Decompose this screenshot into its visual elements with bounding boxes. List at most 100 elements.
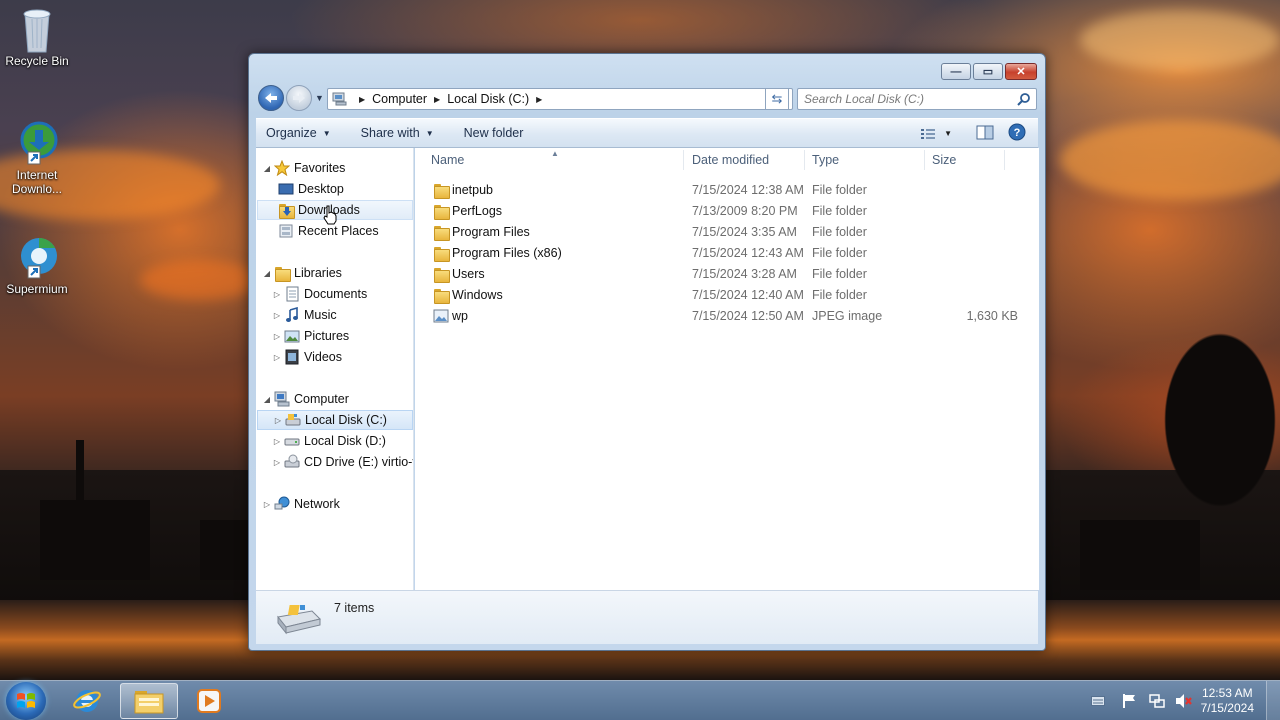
forward-button[interactable] (286, 85, 312, 111)
collapsed-arrow-icon[interactable]: ▷ (272, 437, 282, 446)
search-box[interactable] (797, 88, 1037, 110)
expanded-arrow-icon[interactable]: ◢ (262, 395, 272, 404)
documents-icon (284, 286, 300, 302)
help-button[interactable]: ? (1008, 123, 1026, 144)
desktop-icon-internet-download-manager[interactable]: Internet Downlo... (0, 120, 74, 196)
file-date: 7/15/2024 12:40 AM (692, 288, 804, 302)
table-row[interactable]: Windows 7/15/2024 12:40 AM File folder (425, 285, 1030, 306)
column-divider[interactable] (924, 150, 925, 170)
table-row[interactable]: Users 7/15/2024 3:28 AM File folder (425, 264, 1030, 285)
nav-item-videos[interactable]: ▷ Videos (272, 347, 342, 367)
clock-time: 12:53 AM (1201, 686, 1253, 700)
nav-item-local-disk-c[interactable]: ▷ Local Disk (C:) (257, 410, 413, 430)
collapsed-arrow-icon[interactable]: ▷ (273, 416, 283, 425)
file-type: File folder (812, 183, 867, 197)
nav-item-label: Local Disk (D:) (304, 434, 386, 448)
file-date: 7/15/2024 12:38 AM (692, 183, 804, 197)
new-folder-button[interactable]: New folder (454, 121, 534, 145)
start-button[interactable] (6, 682, 46, 720)
cd-drive-icon (284, 454, 300, 470)
nav-item-local-disk-d[interactable]: ▷ Local Disk (D:) (272, 431, 386, 451)
organize-button[interactable]: Organize ▼ (256, 121, 341, 145)
breadcrumb-local-disk-c[interactable]: Local Disk (C:) (447, 92, 529, 106)
nav-item-music[interactable]: ▷ Music (272, 305, 337, 325)
table-row[interactable]: inetpub 7/15/2024 12:38 AM File folder (425, 180, 1030, 201)
search-icon[interactable] (1017, 92, 1031, 106)
preview-pane-button[interactable] (976, 125, 994, 143)
taskbar-windows-explorer[interactable] (120, 683, 178, 719)
breadcrumb-chevron-icon[interactable]: ▶ (536, 95, 542, 104)
details-view-icon (921, 128, 936, 139)
file-list[interactable]: Name ▲ Date modified Type Size inetpub 7… (415, 148, 1039, 590)
breadcrumb-computer[interactable]: Computer (372, 92, 427, 106)
computer-location-icon (332, 92, 348, 106)
desktop-icon-supermium[interactable]: Supermium (0, 234, 74, 296)
collapsed-arrow-icon[interactable]: ▷ (272, 332, 282, 341)
explorer-window[interactable]: — ▭ ✕ ▼ ▶ Computer ▶ Local Disk (C:) ▶ ▼… (248, 53, 1046, 651)
refresh-button[interactable]: ⇆ (765, 88, 789, 110)
refresh-icon: ⇆ (771, 91, 783, 106)
column-header-date-modified[interactable]: Date modified (692, 148, 807, 172)
maximize-button[interactable]: ▭ (973, 63, 1003, 80)
show-desktop-button[interactable] (1266, 681, 1280, 720)
collapsed-arrow-icon[interactable]: ▷ (272, 458, 282, 467)
nav-item-label: Local Disk (C:) (305, 413, 387, 427)
navigation-pane[interactable]: ◢ Favorites Desktop Downloads Recent Pla… (256, 148, 414, 590)
nav-item-cd-drive-e[interactable]: ▷ CD Drive (E:) virtio-v (272, 452, 413, 472)
music-icon (284, 306, 300, 323)
breadcrumb-chevron-icon[interactable]: ▶ (434, 95, 440, 104)
collapsed-arrow-icon[interactable]: ▷ (272, 353, 282, 362)
nav-item-label: Documents (304, 287, 368, 301)
column-header-type[interactable]: Type (812, 148, 922, 172)
search-input[interactable] (804, 89, 1004, 109)
address-bar[interactable]: ▶ Computer ▶ Local Disk (C:) ▶ ▼ (327, 88, 793, 110)
nav-item-documents[interactable]: ▷ Documents (272, 284, 367, 304)
file-date: 7/13/2009 8:20 PM (692, 204, 798, 218)
recent-places-icon (278, 223, 294, 239)
taskbar-clock[interactable]: 12:53 AM 7/15/2024 (1201, 686, 1254, 716)
expanded-arrow-icon[interactable]: ◢ (262, 269, 272, 278)
column-header-size[interactable]: Size (932, 148, 1002, 172)
recent-pages-dropdown[interactable]: ▼ (315, 93, 324, 103)
minimize-button[interactable]: — (941, 63, 971, 80)
computer-icon (274, 391, 290, 407)
column-divider[interactable] (1004, 150, 1005, 170)
volume-muted-icon[interactable] (1175, 693, 1193, 709)
nav-item-desktop[interactable]: Desktop (276, 179, 344, 199)
action-center-flag-icon[interactable] (1121, 693, 1137, 709)
expanded-arrow-icon[interactable]: ◢ (262, 164, 272, 173)
column-divider[interactable] (804, 150, 805, 170)
column-divider[interactable] (683, 150, 684, 170)
collapsed-arrow-icon[interactable]: ▷ (272, 290, 282, 299)
keyboard-icon[interactable] (1090, 696, 1105, 706)
nav-item-pictures[interactable]: ▷ Pictures (272, 326, 349, 346)
taskbar-media-player[interactable] (180, 683, 238, 719)
file-date: 7/15/2024 12:50 AM (692, 309, 804, 323)
share-with-button[interactable]: Share with ▼ (351, 121, 444, 145)
window-controls: — ▭ ✕ (941, 63, 1037, 80)
table-row[interactable]: Program Files (x86) 7/15/2024 12:43 AM F… (425, 243, 1030, 264)
table-row[interactable]: Program Files 7/15/2024 3:35 AM File fol… (425, 222, 1030, 243)
close-button[interactable]: ✕ (1005, 63, 1037, 80)
breadcrumb-chevron-icon[interactable]: ▶ (359, 95, 365, 104)
nav-favorites[interactable]: ◢ Favorites (256, 158, 345, 178)
system-tray: 12:53 AM 7/15/2024 (1090, 681, 1280, 720)
collapsed-arrow-icon[interactable]: ▷ (272, 311, 282, 320)
file-name: PerfLogs (452, 204, 503, 218)
column-header-label: Type (812, 153, 840, 167)
desktop-icon-recycle-bin[interactable]: Recycle Bin (0, 6, 74, 68)
nav-item-label: Recent Places (298, 224, 379, 238)
file-name: wp (452, 309, 468, 323)
nav-libraries[interactable]: ◢ Libraries (256, 263, 342, 283)
collapsed-arrow-icon[interactable]: ▷ (262, 500, 272, 509)
back-button[interactable] (258, 85, 284, 111)
image-file-icon (433, 308, 449, 324)
network-status-icon[interactable] (1148, 693, 1165, 709)
change-view-button[interactable]: ▼ (920, 128, 952, 140)
folder-icon (433, 245, 450, 262)
table-row[interactable]: PerfLogs 7/13/2009 8:20 PM File folder (425, 201, 1030, 222)
taskbar-internet-explorer[interactable] (58, 683, 116, 719)
table-row[interactable]: wp 7/15/2024 12:50 AM JPEG image 1,630 K… (425, 306, 1030, 327)
nav-computer[interactable]: ◢ Computer (256, 389, 349, 409)
nav-network[interactable]: ▷ Network (256, 494, 340, 514)
